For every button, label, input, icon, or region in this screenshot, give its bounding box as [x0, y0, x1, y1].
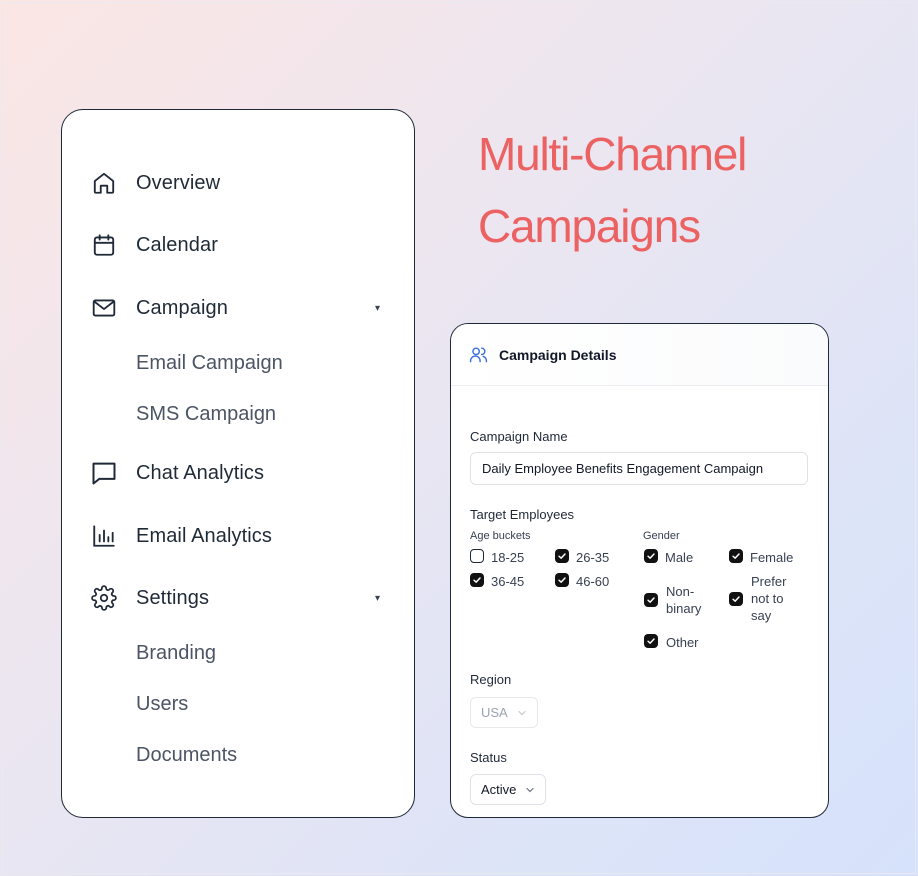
check-icon [555, 573, 569, 587]
checkbox-age-18-25[interactable]: 18-25 [470, 549, 524, 566]
users-icon [469, 345, 489, 365]
chevron-down-icon[interactable]: ▾ [375, 593, 380, 604]
sidebar-subitem-branding[interactable]: Branding [136, 637, 216, 669]
checkbox-label: Prefer not to say [751, 574, 787, 623]
checkbox-gender-female[interactable]: Female [729, 549, 793, 566]
sidebar-item-label: Settings [136, 586, 210, 609]
status-label: Status [470, 750, 507, 765]
checkbox-age-26-35[interactable]: 26-35 [555, 549, 609, 566]
status-select[interactable]: Active [470, 774, 547, 805]
checkbox-gender-prefer-not-to-say[interactable]: Prefer not to say [729, 573, 786, 624]
headline-line-2: Campaigns [478, 200, 701, 252]
sidebar-item-email-analytics[interactable]: Email Analytics [90, 516, 386, 556]
region-select-value: USA [481, 705, 508, 720]
gender-label: Gender [643, 530, 680, 542]
sidebar-item-label: Email Analytics [136, 524, 272, 547]
sidebar-item-label: Calendar [136, 233, 218, 256]
campaign-details-card: Campaign Details Campaign Name Target Em… [450, 323, 829, 818]
region-select[interactable]: USA [470, 697, 538, 728]
check-icon [555, 549, 569, 563]
region-label: Region [470, 672, 512, 687]
check-icon [644, 549, 658, 563]
check-icon [470, 573, 484, 587]
chevron-down-icon [525, 785, 535, 795]
checkbox-label: 46-60 [576, 574, 610, 589]
checkbox-gender-non-binary[interactable]: Non- binary [644, 583, 701, 617]
headline: Multi-Channel Campaigns [478, 118, 878, 262]
checkbox-label: Non- binary [666, 584, 702, 616]
checkbox-label: Other [666, 635, 699, 650]
sidebar-item-chat-analytics[interactable]: Chat Analytics [90, 453, 386, 493]
sidebar-subitem-documents[interactable]: Documents [136, 739, 237, 771]
checkbox-label: Female [750, 550, 794, 565]
age-buckets-label: Age buckets [470, 530, 531, 542]
check-icon [729, 549, 743, 563]
bar-chart-icon [90, 522, 118, 550]
sidebar-subitem-email-campaign[interactable]: Email Campaign [136, 347, 283, 379]
home-icon [90, 169, 118, 197]
checkbox-age-46-60[interactable]: 46-60 [555, 573, 609, 590]
sidebar-item-overview[interactable]: Overview [90, 163, 386, 203]
checkbox-gender-other[interactable]: Other [644, 634, 699, 651]
checkbox-gender-male[interactable]: Male [644, 549, 693, 566]
sidebar-subitem-sms-campaign[interactable]: SMS Campaign [136, 398, 276, 430]
sidebar-subitem-users[interactable]: Users [136, 688, 188, 720]
sidebar-item-label: Campaign [136, 296, 228, 319]
chevron-down-icon[interactable]: ▾ [375, 303, 380, 314]
target-employees-label: Target Employees [470, 507, 575, 522]
sidebar-item-calendar[interactable]: Calendar [90, 225, 386, 265]
check-icon [644, 593, 658, 607]
card-title: Campaign Details [499, 346, 617, 363]
campaign-name-label: Campaign Name [470, 429, 568, 444]
sidebar: Overview Calendar Campaign ▾ Email Campa… [61, 109, 415, 818]
status-select-value: Active [481, 782, 517, 797]
sidebar-item-label: Chat Analytics [136, 461, 265, 484]
mail-icon [90, 294, 118, 322]
check-icon [644, 634, 658, 648]
card-header: Campaign Details [451, 324, 828, 386]
campaign-name-input[interactable] [470, 452, 808, 485]
calendar-icon [90, 231, 118, 259]
sidebar-item-settings[interactable]: Settings ▾ [90, 578, 386, 618]
chevron-down-icon [517, 708, 527, 718]
sidebar-item-campaign[interactable]: Campaign ▾ [90, 288, 386, 328]
check-icon [729, 591, 743, 606]
chat-icon [90, 459, 118, 487]
checkbox-label: 18-25 [491, 550, 525, 565]
checkbox-label: 36-45 [491, 574, 525, 589]
checkbox-age-36-45[interactable]: 36-45 [470, 573, 524, 590]
sidebar-item-label: Overview [136, 171, 221, 194]
checkbox-label: 26-35 [576, 550, 610, 565]
headline-line-1: Multi-Channel [478, 128, 747, 180]
checkbox-unchecked [470, 549, 484, 563]
gear-icon [90, 584, 118, 612]
checkbox-label: Male [665, 550, 694, 565]
